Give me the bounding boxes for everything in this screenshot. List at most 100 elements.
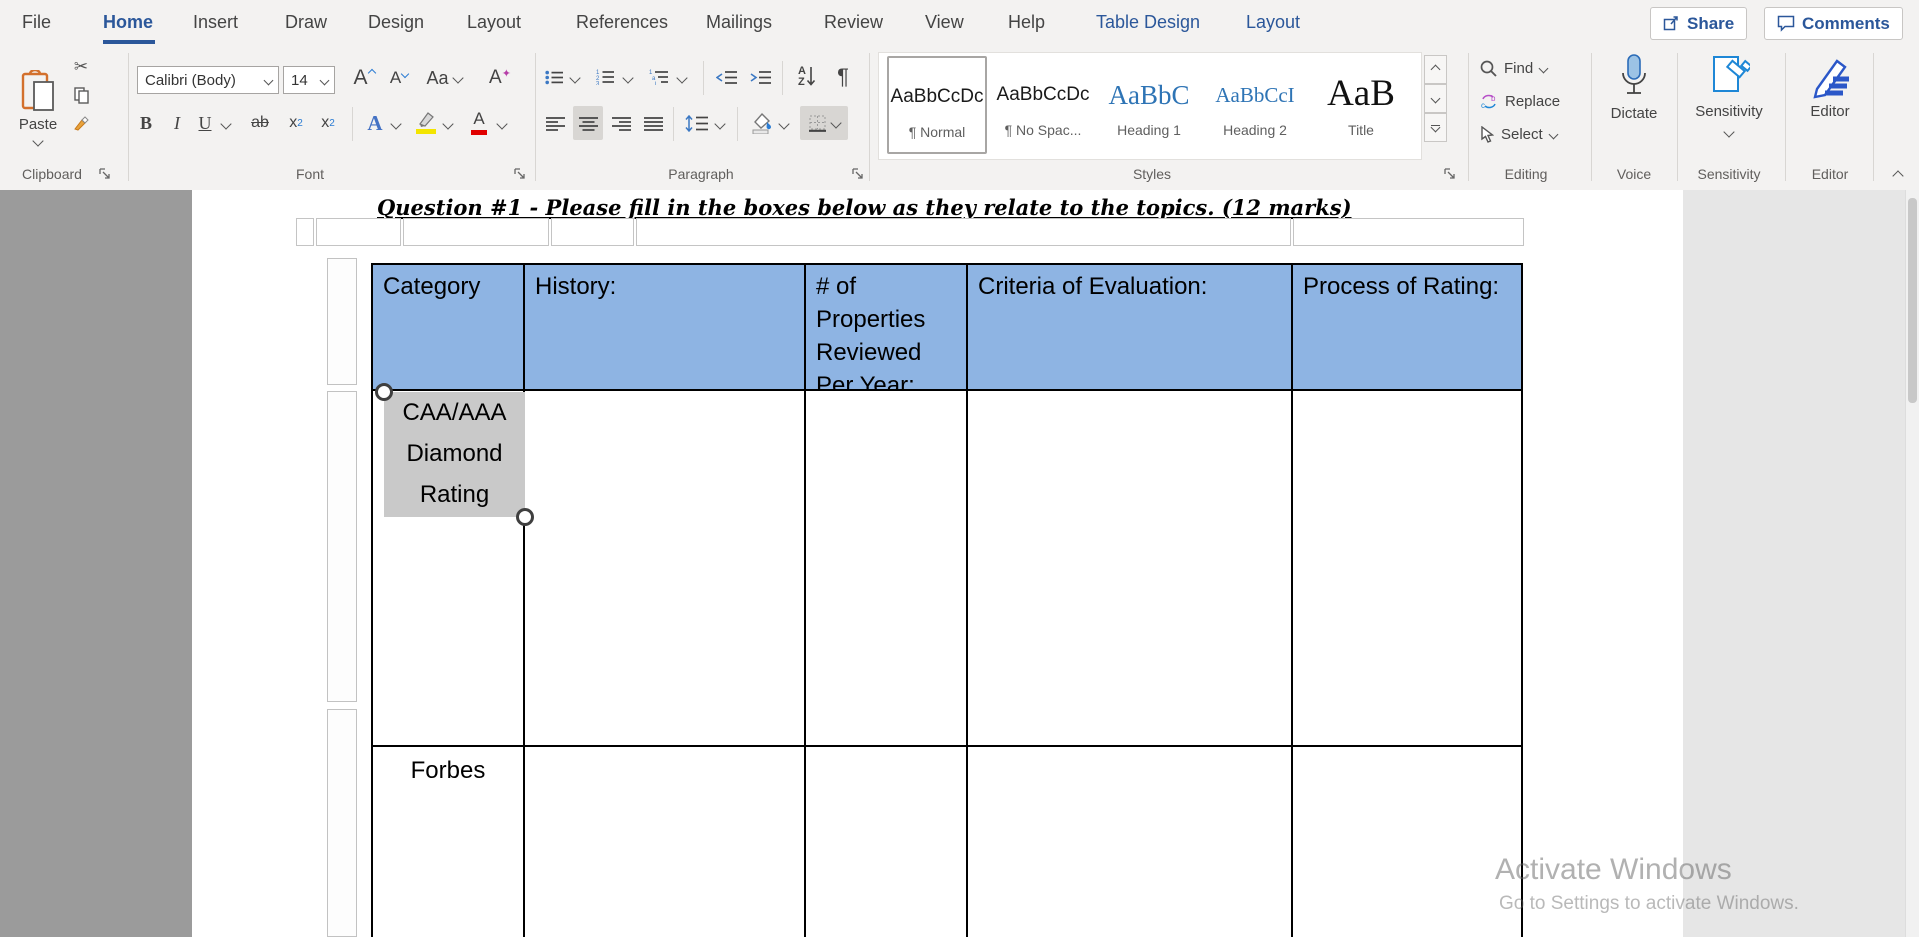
clear-formatting-button[interactable]: A ✦ <box>484 62 516 94</box>
cut-button[interactable]: ✂ <box>70 57 92 77</box>
font-name-select[interactable]: Calibri (Body) <box>137 66 279 94</box>
numbered-list-button[interactable]: 123 <box>592 62 618 92</box>
superscript-button[interactable]: x2 <box>314 108 342 138</box>
align-center-button[interactable] <box>573 106 603 140</box>
tab-mailings[interactable]: Mailings <box>706 12 772 33</box>
underline-chevron[interactable] <box>220 118 232 130</box>
grow-font-button[interactable]: A <box>347 62 381 94</box>
tab-design[interactable]: Design <box>368 12 424 33</box>
text-effects-button[interactable]: A <box>360 108 390 138</box>
shrink-font-button[interactable]: A <box>382 62 416 94</box>
vertical-scrollbar[interactable] <box>1905 190 1919 937</box>
sensitivity-chevron[interactable] <box>1723 125 1735 138</box>
mini-cell[interactable] <box>551 218 634 246</box>
cell-caa-criteria[interactable] <box>968 391 1293 745</box>
selection-handle-start[interactable] <box>375 383 393 401</box>
borders-chevron[interactable] <box>829 117 842 129</box>
cell-forbes-history[interactable] <box>525 747 806 937</box>
style-title[interactable]: AaB Title <box>1311 56 1411 154</box>
multilevel-list-chevron[interactable] <box>676 72 688 84</box>
change-case-button[interactable]: Aa <box>422 62 466 94</box>
header-cell-criteria[interactable]: Criteria of Evaluation: <box>968 265 1293 389</box>
replace-button[interactable]: b c Replace <box>1480 93 1560 110</box>
styles-pane-button[interactable] <box>1424 113 1447 142</box>
font-size-select[interactable]: 14 <box>283 66 335 94</box>
tab-draw[interactable]: Draw <box>285 12 327 33</box>
style-no-spacing[interactable]: AaBbCcDc ¶ No Spac... <box>993 56 1093 154</box>
styles-dialog-launcher[interactable] <box>1444 168 1456 180</box>
document-heading[interactable]: Question #1 - Please fill in the boxes b… <box>377 195 1352 220</box>
tab-references[interactable]: References <box>576 12 668 33</box>
share-button[interactable]: Share <box>1650 7 1748 40</box>
align-left-button[interactable] <box>541 108 569 138</box>
tab-help[interactable]: Help <box>1008 12 1045 33</box>
bold-button[interactable]: B <box>133 108 159 138</box>
font-color-chevron[interactable] <box>496 118 508 130</box>
style-heading1[interactable]: AaBbC Heading 1 <box>1099 56 1199 154</box>
font-color-button[interactable]: A <box>466 106 492 138</box>
styles-scroll-up[interactable] <box>1424 55 1447 84</box>
tab-view[interactable]: View <box>925 12 964 33</box>
strikethrough-button[interactable]: ab <box>243 108 277 138</box>
mini-cell[interactable] <box>1293 218 1524 246</box>
comments-button[interactable]: Comments <box>1764 7 1903 40</box>
mini-cell[interactable] <box>296 218 314 246</box>
format-painter-button[interactable] <box>70 113 92 133</box>
header-cell-properties[interactable]: # of Properties Reviewed Per Year: <box>806 265 968 389</box>
italic-button[interactable]: I <box>165 108 189 138</box>
cell-caa-properties[interactable] <box>806 391 968 745</box>
cell-forbes-process[interactable] <box>1293 747 1521 937</box>
tab-layout[interactable]: Layout <box>467 12 521 33</box>
dictate-button[interactable]: Dictate <box>1594 53 1674 122</box>
paste-dropdown-chevron[interactable] <box>32 134 44 147</box>
borders-button[interactable] <box>800 106 848 140</box>
sort-button[interactable]: A Z <box>790 60 824 94</box>
header-cell-category[interactable]: Category <box>373 265 525 389</box>
font-dialog-launcher[interactable] <box>514 168 526 180</box>
bullet-list-chevron[interactable] <box>569 72 581 84</box>
tab-home[interactable]: Home <box>103 12 153 33</box>
decrease-indent-button[interactable] <box>712 62 742 92</box>
styles-scroll-down[interactable] <box>1424 84 1447 113</box>
shading-chevron[interactable] <box>778 118 790 130</box>
highlight-chevron[interactable] <box>442 118 454 130</box>
tab-insert[interactable]: Insert <box>193 12 238 33</box>
align-right-button[interactable] <box>607 108 635 138</box>
cell-caa-history[interactable] <box>525 391 806 745</box>
tab-review[interactable]: Review <box>824 12 883 33</box>
scrollbar-thumb[interactable] <box>1908 198 1917 403</box>
style-normal[interactable]: AaBbCcDc ¶ Normal <box>887 56 987 154</box>
underline-button[interactable]: U <box>192 108 218 138</box>
tab-table-layout[interactable]: Layout <box>1246 12 1300 33</box>
justify-button[interactable] <box>639 108 667 138</box>
line-spacing-chevron[interactable] <box>714 118 726 130</box>
header-cell-history[interactable]: History: <box>525 265 806 389</box>
header-cell-process[interactable]: Process of Rating: <box>1293 265 1521 389</box>
line-spacing-button[interactable] <box>681 106 713 140</box>
increase-indent-button[interactable] <box>746 62 776 92</box>
mini-cell[interactable] <box>636 218 1291 246</box>
paragraph-dialog-launcher[interactable] <box>852 168 864 180</box>
selected-text-caa[interactable]: CAA/AAA Diamond Rating <box>384 392 525 517</box>
tab-file[interactable]: File <box>22 12 51 33</box>
select-chevron[interactable] <box>1548 129 1559 140</box>
style-heading2[interactable]: AaBbCcI Heading 2 <box>1205 56 1305 154</box>
editor-button[interactable]: Editor <box>1790 53 1870 120</box>
highlight-button[interactable] <box>412 106 440 138</box>
select-button[interactable]: Select <box>1480 126 1559 143</box>
text-effects-chevron[interactable] <box>390 118 402 130</box>
sensitivity-button[interactable]: Sensitivity <box>1689 53 1769 138</box>
shading-button[interactable] <box>746 106 776 140</box>
find-chevron[interactable] <box>1538 63 1549 74</box>
multilevel-list-button[interactable]: 1ai <box>646 62 672 92</box>
numbered-list-chevron[interactable] <box>622 72 634 84</box>
row-selector-cell[interactable] <box>327 258 357 385</box>
cell-forbes-properties[interactable] <box>806 747 968 937</box>
row-selector-cell[interactable] <box>327 709 357 937</box>
paste-button[interactable]: Paste <box>12 53 64 161</box>
selection-handle-end[interactable] <box>516 508 534 526</box>
mini-cell[interactable] <box>403 218 549 246</box>
show-formatting-button[interactable]: ¶ <box>828 60 858 94</box>
cell-forbes-criteria[interactable] <box>968 747 1293 937</box>
mini-cell[interactable] <box>316 218 401 246</box>
